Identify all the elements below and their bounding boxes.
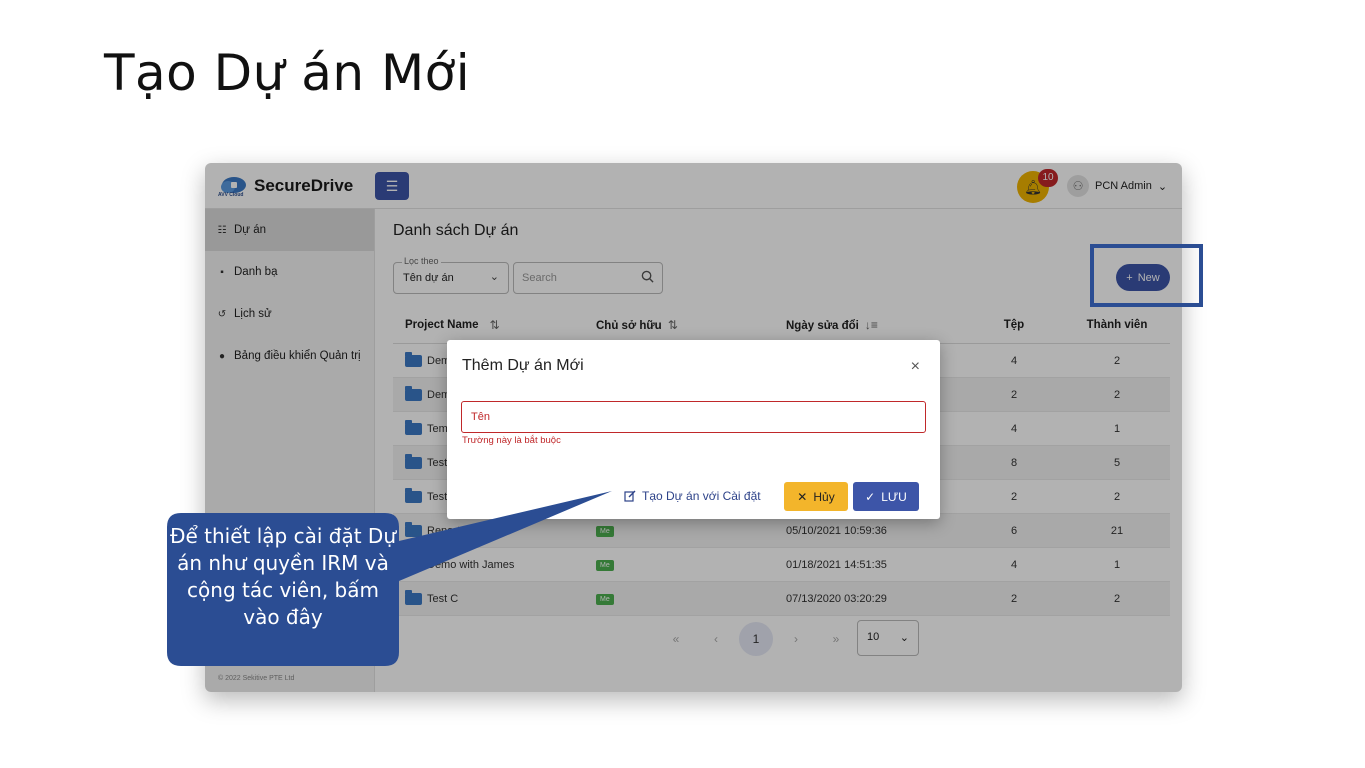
new-project-dialog: Thêm Dự án Mới × Tên Trường này là bắt b… [447, 340, 940, 519]
close-icon: ✕ [797, 489, 808, 504]
save-button[interactable]: ✓ LƯU [853, 482, 919, 511]
save-label: LƯU [881, 489, 907, 504]
cancel-button[interactable]: ✕ Hủy [784, 482, 848, 511]
close-icon[interactable]: × [911, 358, 920, 376]
dialog-title: Thêm Dự án Mới [462, 357, 584, 374]
edit-icon [624, 490, 636, 502]
required-error-text: Trường này là bắt buộc [462, 435, 561, 446]
new-button-highlight [1090, 244, 1203, 307]
callout-text: Để thiết lập cài đặt Dự án như quyền IRM… [170, 524, 396, 629]
slide-title: Tạo Dự án Mới [104, 44, 471, 102]
cancel-label: Hủy [813, 489, 835, 504]
project-name-input[interactable]: Tên [461, 401, 926, 433]
check-icon: ✓ [865, 489, 876, 504]
create-with-settings-link[interactable]: Tạo Dự án với Cài đặt [624, 489, 761, 503]
create-with-settings-label: Tạo Dự án với Cài đặt [642, 489, 761, 503]
